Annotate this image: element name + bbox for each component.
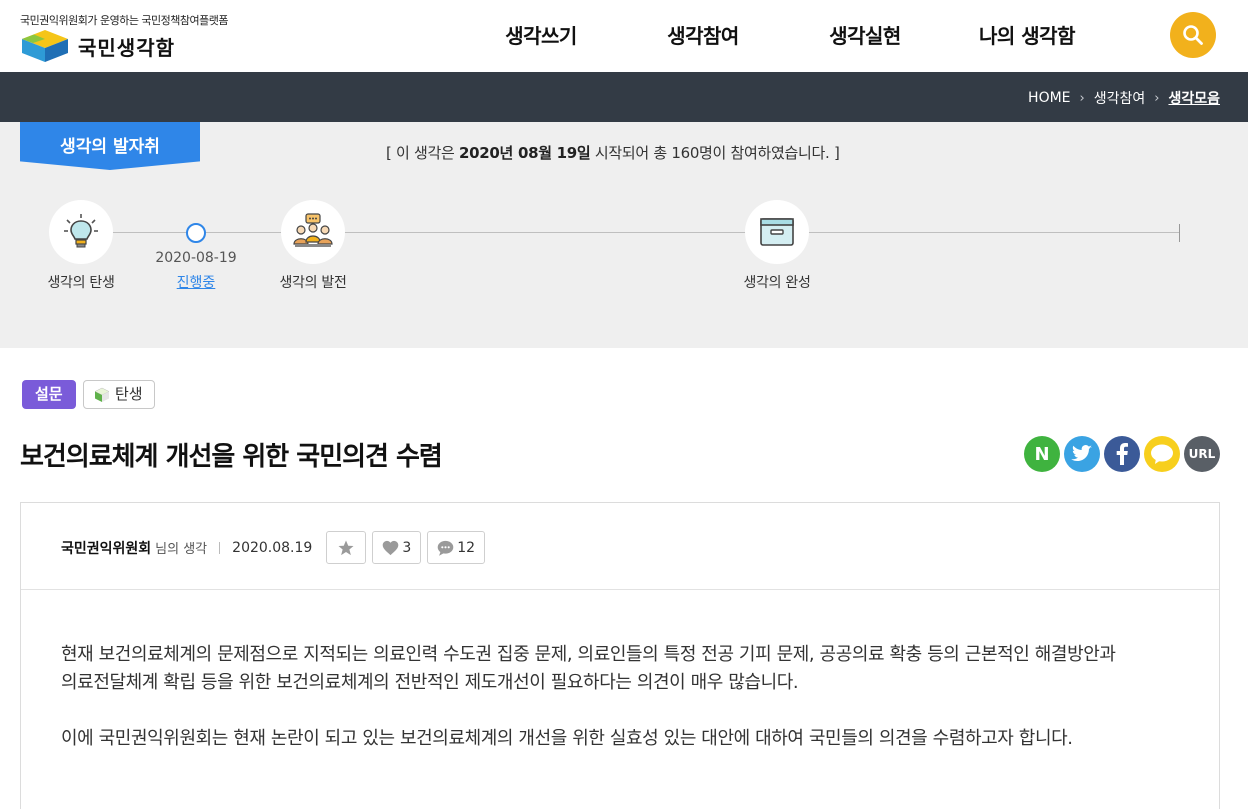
share-facebook-button[interactable] bbox=[1104, 436, 1140, 472]
archive-box-icon bbox=[760, 218, 794, 246]
nav-item-write[interactable]: 생각쓰기 bbox=[460, 20, 622, 49]
share-twitter-button[interactable] bbox=[1064, 436, 1100, 472]
stage-develop-label: 생각의 발전 bbox=[279, 275, 347, 291]
body-paragraph: 현재 보건의료체계의 문제점으로 지적되는 의료인력 수도권 집중 문제, 의료… bbox=[61, 644, 1116, 665]
twitter-icon bbox=[1071, 445, 1092, 462]
logo-text: 국민생각함 bbox=[78, 35, 175, 60]
current-status-link[interactable]: 진행중 bbox=[146, 272, 246, 292]
nav-item-realize[interactable]: 생각실현 bbox=[784, 20, 946, 49]
stage-tag-label: 탄생 bbox=[115, 385, 143, 403]
body-paragraph: 이에 국민권익위원회는 현재 논란이 되고 있는 보건의료체계의 개선을 위한 … bbox=[61, 728, 1073, 749]
lightbulb-icon bbox=[64, 214, 98, 248]
participation-notice: [ 이 생각은 2020년 08월 19일 시작되어 총 160명이 참여하였습… bbox=[386, 144, 840, 162]
cube-icon bbox=[94, 387, 110, 402]
post-content-box: 국민권익위원회 님의 생각 2020.08.19 3 12 현재 보건의료체계의… bbox=[20, 502, 1220, 809]
author-name: 국민권익위원회 bbox=[61, 540, 152, 557]
chevron-right-icon: › bbox=[1079, 90, 1085, 106]
timeline-line bbox=[80, 232, 1180, 233]
stage-tag: 탄생 bbox=[83, 380, 155, 409]
breadcrumb-participate[interactable]: 생각참여 bbox=[1094, 88, 1146, 108]
facebook-icon bbox=[1116, 443, 1128, 465]
post-body: 현재 보건의료체계의 문제점으로 지적되는 의료인력 수도권 집중 문제, 의료… bbox=[61, 641, 1181, 781]
content-divider bbox=[21, 589, 1219, 590]
main-nav: 생각쓰기 생각참여 생각실현 나의 생각함 bbox=[460, 20, 1108, 49]
like-count: 3 bbox=[402, 539, 412, 556]
breadcrumb-home[interactable]: HOME bbox=[1028, 90, 1070, 106]
share-naver-button[interactable]: N bbox=[1024, 436, 1060, 472]
post-meta: 국민권익위원회 님의 생각 2020.08.19 3 12 bbox=[61, 531, 486, 564]
breadcrumb-current[interactable]: 생각모음 bbox=[1168, 88, 1220, 108]
stage-complete-circle bbox=[745, 200, 809, 264]
footprint-ribbon: 생각의 발자취 bbox=[20, 122, 200, 170]
like-button[interactable]: 3 bbox=[372, 531, 422, 564]
star-icon bbox=[338, 540, 354, 555]
logo-cube-icon bbox=[22, 30, 68, 62]
search-icon bbox=[1183, 25, 1203, 45]
idea-footprint-section: 생각의 발자취 [ 이 생각은 2020년 08월 19일 시작되어 총 160… bbox=[0, 122, 1248, 348]
search-button[interactable] bbox=[1170, 12, 1216, 58]
heart-icon bbox=[383, 540, 399, 555]
comment-count: 12 bbox=[457, 539, 476, 556]
site-header: 국민권익위원회가 운영하는 국민정책참여플랫폼 국민생각함 생각쓰기 생각참여 … bbox=[0, 0, 1248, 72]
timeline-end-marker bbox=[1179, 224, 1180, 242]
current-date: 2020-08-19 bbox=[155, 250, 237, 266]
comment-button[interactable]: 12 bbox=[427, 531, 486, 564]
breadcrumb-bar: HOME › 생각참여 › 생각모음 bbox=[0, 72, 1248, 122]
stage-complete-label: 생각의 완성 bbox=[743, 275, 811, 291]
brand-tagline: 국민권익위원회가 운영하는 국민정책참여플랫폼 bbox=[20, 14, 229, 27]
body-paragraph: 의료전달체계 확립 등을 위한 보건의료체계의 전반적인 제도개선이 필요하다는… bbox=[61, 672, 799, 693]
chevron-right-icon: › bbox=[1154, 90, 1160, 106]
share-kakaotalk-button[interactable] bbox=[1144, 436, 1180, 472]
post-title: 보건의료체계 개선을 위한 국민의견 수렴 bbox=[20, 442, 443, 472]
link-icon: URL bbox=[1188, 447, 1216, 461]
type-tag-survey: 설문 bbox=[22, 380, 76, 409]
comment-icon bbox=[437, 540, 454, 556]
breadcrumb: HOME › 생각참여 › 생각모음 bbox=[1028, 88, 1220, 108]
meta-divider bbox=[219, 541, 221, 554]
stage-birth-label: 생각의 탄생 bbox=[47, 275, 115, 291]
naver-icon: N bbox=[1034, 443, 1050, 465]
share-url-button[interactable]: URL bbox=[1184, 436, 1220, 472]
nav-item-my[interactable]: 나의 생각함 bbox=[946, 20, 1108, 49]
discussion-group-icon bbox=[293, 213, 333, 247]
speech-bubble-icon bbox=[1151, 444, 1173, 464]
stage-develop-circle bbox=[281, 200, 345, 264]
bookmark-button[interactable] bbox=[326, 531, 367, 564]
stage-birth-circle bbox=[49, 200, 113, 264]
author-suffix: 님의 생각 bbox=[155, 542, 208, 557]
site-logo[interactable]: 국민생각함 bbox=[20, 28, 175, 64]
post-date: 2020.08.19 bbox=[232, 539, 313, 556]
nav-item-participate[interactable]: 생각참여 bbox=[622, 20, 784, 49]
current-position-marker bbox=[186, 223, 206, 243]
